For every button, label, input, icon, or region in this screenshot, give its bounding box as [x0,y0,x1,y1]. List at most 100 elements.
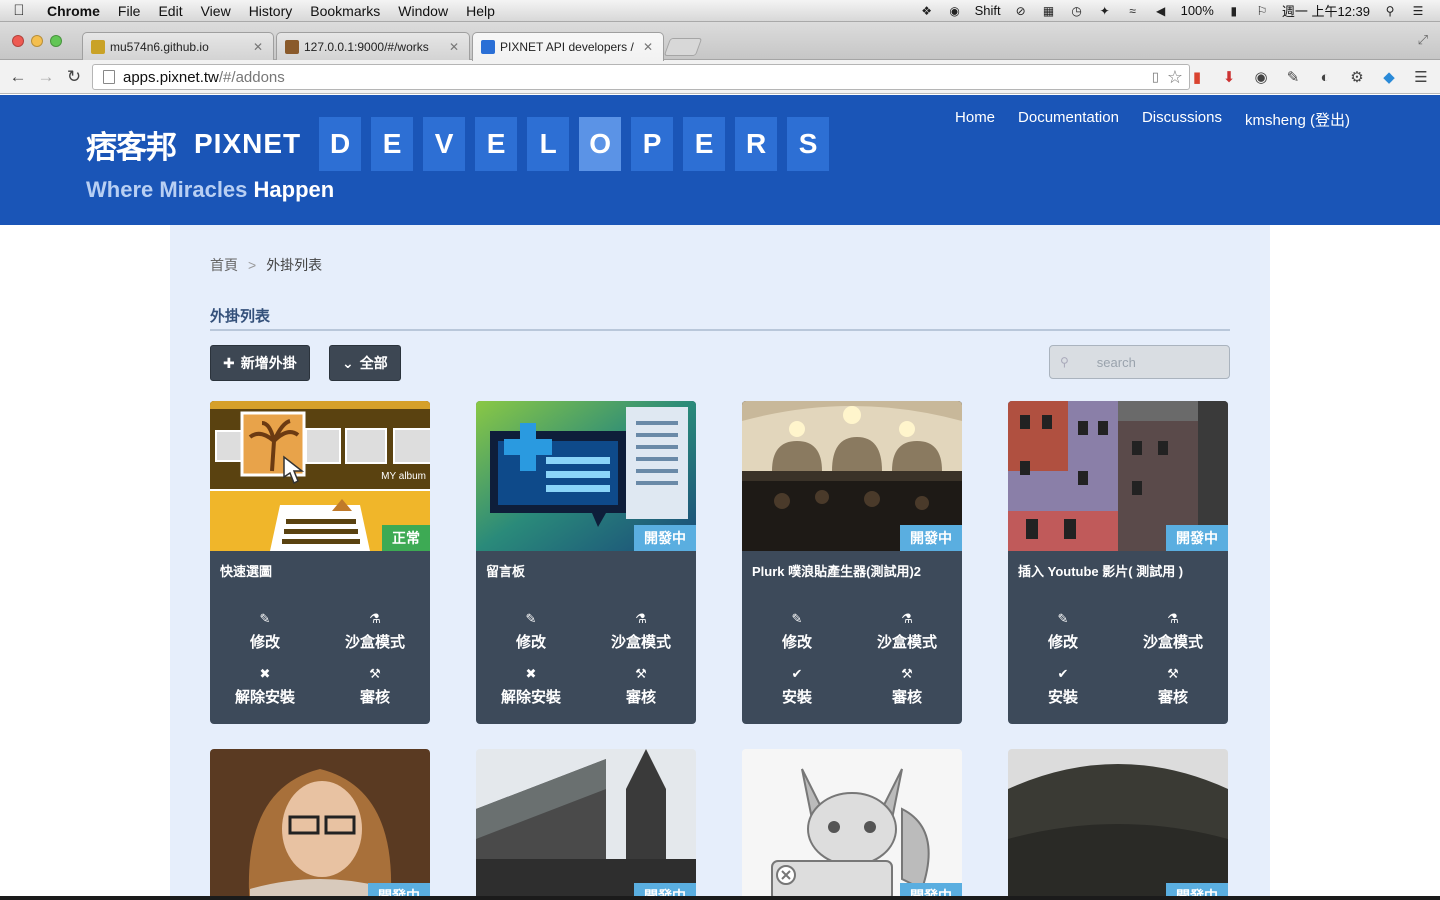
menu-view[interactable]: View [192,3,240,19]
close-window-icon[interactable] [12,35,24,47]
volume-icon[interactable]: ◀ [1153,4,1169,18]
bookmark-extension-icon[interactable]: ▮ [1188,68,1206,86]
shift-indicator[interactable]: Shift [975,3,1001,18]
review-button[interactable]: ⚒ 審核 [852,666,962,707]
bookmark-star-icon[interactable]: ☆ [1167,67,1183,88]
url-path: /#/addons [218,68,285,86]
nav-discussions[interactable]: Discussions [1142,109,1222,130]
new-tab-button[interactable] [663,38,703,56]
download-extension-icon[interactable]: ⬇ [1220,68,1238,86]
browser-tab-strip: mu574n6.github.io ✕ 127.0.0.1:9000/#/wor… [0,22,1440,61]
addon-card[interactable]: 開發中 [1008,749,1228,900]
address-bar[interactable]: apps.pixnet.tw/#/addons ▯ ☆ [92,64,1190,90]
apple-menu-icon[interactable]:  [0,2,38,19]
do-not-disturb-icon[interactable]: ⊘ [1013,4,1029,18]
close-tab-icon[interactable]: ✕ [253,40,263,54]
status-badge: 正常 [382,525,430,551]
us-flag-icon[interactable]: ⚐ [1254,4,1270,18]
add-addon-button[interactable]: ✚ 新增外掛 [210,345,310,381]
minimize-window-icon[interactable] [31,35,43,47]
menu-window[interactable]: Window [389,3,457,19]
tab-pixnet-developers[interactable]: PIXNET API developers / M ✕ [472,32,664,61]
battery-percent[interactable]: 100% [1181,3,1214,18]
edit-button[interactable]: ✎ 修改 [476,611,586,652]
back-arrow-icon[interactable]: ← [4,67,32,87]
battery-icon[interactable]: ▮ [1226,4,1242,18]
menu-bookmarks[interactable]: Bookmarks [301,3,389,19]
close-tab-icon[interactable]: ✕ [643,40,653,54]
time-machine-icon[interactable]: ◷ [1069,4,1085,18]
menubar-status-area: ❖ ◉ Shift ⊘ ▦ ◷ ✦ ≈ ◀ 100% ▮ ⚐ 週一 上午12:3… [919,1,1440,20]
install-button[interactable]: ✔ 安裝 [742,666,852,707]
main-content: 首頁 > 外掛列表 外掛列表 ✚ 新增外掛 ⌄ 全部 ⚲ search MY a… [170,225,1270,900]
flask-icon: ⚗ [369,611,381,626]
uninstall-button[interactable]: ✖ 解除安裝 [476,666,586,707]
addon-card[interactable]: 開發中 留言板 ✎ 修改 ⚗ 沙盒模式 ✖ 解除安裝 ⚒ 審核 [476,401,696,724]
blue-extension-icon[interactable]: ◆ [1380,68,1398,86]
sandbox-button[interactable]: ⚗ 沙盒模式 [852,611,962,652]
notification-center-icon[interactable]: ☰ [1410,4,1426,18]
nav-documentation[interactable]: Documentation [1018,109,1119,130]
wifi-icon[interactable]: ≈ [1125,4,1141,18]
breadcrumb-home[interactable]: 首頁 [210,255,238,275]
install-button[interactable]: ✔ 安裝 [1008,666,1118,707]
close-tab-icon[interactable]: ✕ [449,40,459,54]
menu-history[interactable]: History [240,3,302,19]
addon-card[interactable]: 開發中 [742,749,962,900]
edit-button[interactable]: ✎ 修改 [742,611,852,652]
eyedropper-extension-icon[interactable]: ✎ [1284,68,1302,86]
mask-extension-icon[interactable]: ◐ [1316,68,1334,86]
review-button[interactable]: ⚒ 審核 [1118,666,1228,707]
uninstall-button[interactable]: ✖ 解除安裝 [210,666,320,707]
addon-card[interactable]: 開發中 插入 Youtube 影片( 測試用 ) ✎ 修改 ⚗ 沙盒模式 ✔ 安裝 ⚒… [1008,401,1228,724]
addon-thumbnail [742,749,962,900]
nav-user-logout[interactable]: kmsheng (登出) [1245,109,1350,130]
addon-card[interactable]: 開發中 [476,749,696,900]
action-label: 修改 [249,634,280,651]
sandbox-button[interactable]: ⚗ 沙盒模式 [1118,611,1228,652]
fullscreen-icon[interactable]: ⤢ [1418,32,1428,48]
settings-gear-icon[interactable]: ⚙ [1348,68,1366,86]
menu-edit[interactable]: Edit [149,3,191,19]
sandbox-button[interactable]: ⚗ 沙盒模式 [586,611,696,652]
dev-letter: E [475,117,518,171]
menu-help[interactable]: Help [457,3,504,19]
status-badge: 開發中 [1166,525,1228,551]
addon-card[interactable]: MY album 正常 快速選圖 ✎ 修改 ⚗ 沙盒模式 ✖ 解除安裝 ⚒ 審核 [210,401,430,724]
zoom-window-icon[interactable] [50,35,62,47]
bluetooth-icon[interactable]: ✦ [1097,4,1113,18]
addon-actions: ✎ 修改 ⚗ 沙盒模式 ✖ 解除安裝 ⚒ 審核 [476,611,696,707]
edit-button[interactable]: ✎ 修改 [1008,611,1118,652]
page-action-icon[interactable]: ▯ [1152,69,1159,85]
tab-localhost-works[interactable]: 127.0.0.1:9000/#/works ✕ [276,32,470,60]
check-icon: ✔ [1057,666,1069,681]
feed-extension-icon[interactable]: ◉ [1252,68,1270,86]
clock[interactable]: 週一 上午12:39 [1282,1,1370,20]
search-input[interactable]: ⚲ search [1049,345,1230,379]
creative-cloud-icon[interactable]: ◉ [947,4,963,18]
action-label: 審核 [1157,689,1188,706]
site-logo[interactable]: 痞客邦 PIXNET D E V E L O P E R S [86,117,830,171]
review-button[interactable]: ⚒ 審核 [320,666,430,707]
filter-all-button[interactable]: ⌄ 全部 [329,345,401,381]
addon-card[interactable]: 開發中 [210,749,430,900]
menu-app-chrome[interactable]: Chrome [38,3,109,19]
chrome-menu-icon[interactable]: ☰ [1412,68,1430,86]
edit-button[interactable]: ✎ 修改 [210,611,320,652]
tab-mu574n6[interactable]: mu574n6.github.io ✕ [82,32,274,60]
breadcrumb-current: 外掛列表 [266,257,323,273]
plus-icon: ✚ [223,354,235,371]
dev-letter: L [527,117,570,171]
forward-arrow-icon[interactable]: → [32,67,60,87]
spotlight-search-icon[interactable]: ⚲ [1382,4,1398,18]
reload-icon[interactable]: ↻ [60,67,88,87]
action-label: 審核 [625,689,656,706]
sandbox-button[interactable]: ⚗ 沙盒模式 [320,611,430,652]
nav-home[interactable]: Home [955,109,995,130]
dropbox-icon[interactable]: ❖ [919,4,935,18]
review-button[interactable]: ⚒ 審核 [586,666,696,707]
grid-icon[interactable]: ▦ [1041,4,1057,18]
addon-thumbnail [476,749,696,900]
menu-file[interactable]: File [109,3,150,19]
addon-card[interactable]: 開發中 Plurk 噗浪貼產生器(測試用)2 ✎ 修改 ⚗ 沙盒模式 ✔ 安裝 ⚒ 審核 [742,401,962,724]
